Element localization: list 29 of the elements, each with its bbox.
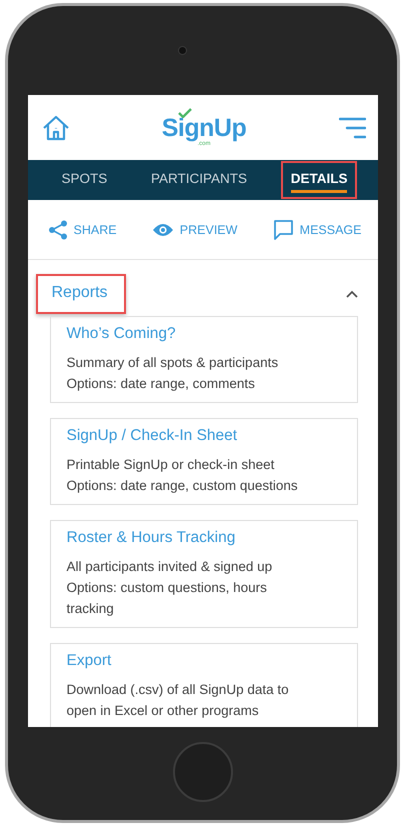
- chat-bubble-icon: [272, 219, 294, 240]
- report-title[interactable]: Roster & Hours Tracking: [66, 529, 306, 547]
- message-button[interactable]: MESSAGE: [272, 219, 362, 240]
- tab[interactable]: PARTICIPANTS: [140, 161, 258, 199]
- report-card[interactable]: Roster & Hours Tracking All participants invited & signed up Options: custom questions, hours tracking: [50, 520, 358, 628]
- camera-icon: [178, 46, 186, 55]
- report-description: Download (.csv) of all SignUp data to open in Excel or other programs: [66, 682, 289, 718]
- report-card[interactable]: Who’s Coming? Summary of all spots & participants Options: date range, comments: [50, 316, 358, 403]
- eye-icon: [152, 222, 174, 236]
- report-description: All participants invited & signed up: [66, 559, 272, 574]
- report-description: Summary of all spots & participants: [66, 355, 278, 370]
- report-title[interactable]: SignUp / Check-In Sheet: [66, 427, 306, 445]
- report-description: Printable SignUp or check-in sheet: [66, 457, 274, 472]
- section-title[interactable]: Reports: [36, 274, 126, 314]
- menu-icon[interactable]: [338, 116, 366, 138]
- preview-button[interactable]: PREVIEW: [152, 222, 238, 236]
- report-description: Options: custom questions, hours tracking: [66, 580, 267, 616]
- share-icon: [48, 220, 68, 240]
- report-description: Options: date range, custom questions: [66, 478, 298, 493]
- report-description: Options: date range, comments: [66, 376, 255, 391]
- report-card[interactable]: Export Download (.csv) of all SignUp data to open in Excel or other programs: [50, 643, 358, 727]
- report-card[interactable]: SignUp / Check-In Sheet Printable SignUp or check-in sheet Options: date range, custom questions: [50, 418, 358, 505]
- chevron-up-icon[interactable]: [346, 290, 358, 298]
- tab[interactable]: SPOTS: [52, 161, 118, 199]
- report-title[interactable]: Who’s Coming?: [66, 325, 306, 343]
- tab[interactable]: DETAILS: [280, 161, 358, 199]
- home-icon[interactable]: [42, 114, 70, 140]
- share-button[interactable]: SHARE: [48, 220, 117, 240]
- report-title[interactable]: Export: [66, 652, 306, 670]
